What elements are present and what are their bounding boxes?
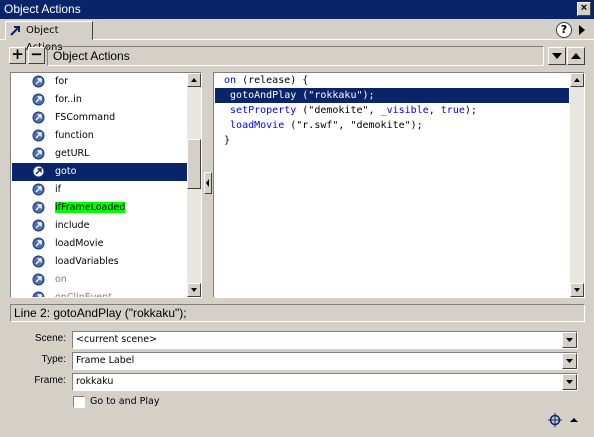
arrow-icon — [10, 26, 20, 36]
tab-object-actions[interactable]: Object Actions — [5, 21, 93, 53]
list-item[interactable]: getURL — [12, 145, 188, 163]
actions-list-items: for for..in FSCommand function getURL goto if i… — [12, 73, 188, 298]
list-item[interactable]: include — [12, 217, 188, 235]
list-item[interactable]: ifFrameLoaded — [12, 199, 188, 217]
list-item-label: for..in — [55, 94, 82, 105]
list-item-label: ifFrameLoaded — [55, 202, 126, 213]
editor-scroll-up-button[interactable] — [570, 73, 584, 87]
scene-dropdown-button[interactable] — [562, 332, 577, 348]
code-line[interactable]: setProperty ("demokite", _visible, true)… — [215, 103, 569, 118]
action-icon — [32, 111, 45, 124]
list-item-label: if — [55, 184, 61, 195]
type-select[interactable]: Frame Label — [72, 352, 578, 370]
close-button[interactable]: × — [577, 2, 591, 16]
toolbar-title: Object Actions — [47, 46, 544, 66]
type-value: Frame Label — [76, 355, 135, 366]
go-to-and-play-label: Go to and Play — [90, 396, 160, 407]
tab-row: Object Actions — [0, 19, 594, 53]
type-label: Type: — [41, 354, 66, 365]
list-item[interactable]: on — [12, 271, 188, 289]
scroll-up-button[interactable] — [187, 73, 201, 87]
status-line: Line 2: gotoAndPlay ("rokkaku"); — [10, 304, 585, 322]
action-icon — [32, 129, 45, 142]
action-icon — [32, 219, 45, 232]
remove-action-button[interactable]: − — [28, 47, 45, 64]
triangle-up-icon — [571, 53, 581, 59]
help-button[interactable]: ? — [556, 22, 572, 38]
list-item[interactable]: FSCommand — [12, 109, 188, 127]
scroll-thumb[interactable] — [187, 139, 201, 189]
list-item-label: goto — [55, 166, 77, 177]
list-item[interactable]: if — [12, 181, 188, 199]
action-icon — [32, 75, 45, 88]
list-item-label: include — [55, 220, 90, 231]
move-down-button[interactable] — [548, 47, 566, 65]
title-bar: Object Actions × — [0, 0, 594, 19]
frame-dropdown-button[interactable] — [562, 374, 577, 390]
chevron-down-icon — [566, 359, 573, 363]
move-up-button[interactable] — [567, 47, 585, 65]
frame-value: rokkaku — [76, 376, 114, 387]
list-item-label: loadVariables — [55, 256, 119, 267]
code-line[interactable]: gotoAndPlay ("rokkaku"); — [215, 88, 569, 103]
list-item[interactable]: onClipEvent — [12, 289, 188, 298]
list-item-label: loadMovie — [55, 238, 104, 249]
target-icon[interactable] — [548, 413, 562, 427]
editor-scrollbar[interactable] — [570, 73, 584, 297]
script-lines: on (release) { gotoAndPlay ("rokkaku"); … — [215, 73, 569, 148]
scroll-down-icon — [191, 288, 197, 292]
action-icon — [32, 93, 45, 106]
list-item-label: for — [55, 76, 69, 87]
collapse-handle[interactable] — [204, 172, 212, 194]
chevron-down-icon — [566, 338, 573, 342]
list-item[interactable]: for..in — [12, 91, 188, 109]
action-icon — [32, 147, 45, 160]
add-action-button[interactable]: + — [9, 47, 26, 64]
list-item[interactable]: loadMovie — [12, 235, 188, 253]
triangle-down-icon — [552, 53, 562, 59]
action-icon — [32, 165, 45, 178]
action-icon — [32, 291, 45, 297]
action-icon — [32, 201, 45, 214]
chevron-left-icon — [206, 179, 209, 187]
list-item-label: function — [55, 130, 94, 141]
list-item-label: on — [55, 274, 67, 285]
expand-arrow-icon[interactable] — [568, 414, 580, 426]
action-icon — [32, 273, 45, 286]
code-line[interactable]: } — [215, 133, 569, 148]
scene-label: Scene: — [34, 333, 66, 344]
frame-select[interactable]: rokkaku — [72, 373, 578, 391]
list-scrollbar[interactable] — [187, 73, 201, 297]
list-item-label: FSCommand — [55, 112, 116, 123]
code-line[interactable]: on (release) { — [215, 73, 569, 88]
scroll-down-button[interactable] — [187, 283, 201, 297]
action-icon — [32, 183, 45, 196]
list-item[interactable]: for — [12, 73, 188, 91]
window-title: Object Actions — [4, 2, 81, 16]
go-to-and-play-checkbox[interactable] — [73, 396, 85, 408]
scroll-down-icon — [574, 288, 580, 292]
editor-scroll-down-button[interactable] — [570, 283, 584, 297]
list-item[interactable]: loadVariables — [12, 253, 188, 271]
scroll-up-icon — [191, 78, 197, 82]
script-editor[interactable]: on (release) { gotoAndPlay ("rokkaku"); … — [213, 72, 585, 298]
toolbar: + − Object Actions — [0, 41, 594, 69]
action-icon — [32, 237, 45, 250]
scroll-up-icon — [574, 78, 580, 82]
action-icon — [32, 255, 45, 268]
code-line[interactable]: loadMovie ("r.swf", "demokite"); — [215, 118, 569, 133]
list-item[interactable]: goto — [12, 163, 188, 181]
frame-label: Frame: — [34, 375, 66, 386]
scene-value: <current scene> — [76, 334, 158, 345]
actions-list[interactable]: for for..in FSCommand function getURL goto if i… — [10, 72, 202, 298]
type-dropdown-button[interactable] — [562, 353, 577, 369]
list-item[interactable]: function — [12, 127, 188, 145]
list-item-label: getURL — [55, 148, 90, 159]
list-item-label: onClipEvent — [55, 292, 112, 298]
chevron-down-icon — [566, 380, 573, 384]
scene-select[interactable]: <current scene> — [72, 331, 578, 349]
panel-menu-icon[interactable] — [575, 22, 589, 38]
